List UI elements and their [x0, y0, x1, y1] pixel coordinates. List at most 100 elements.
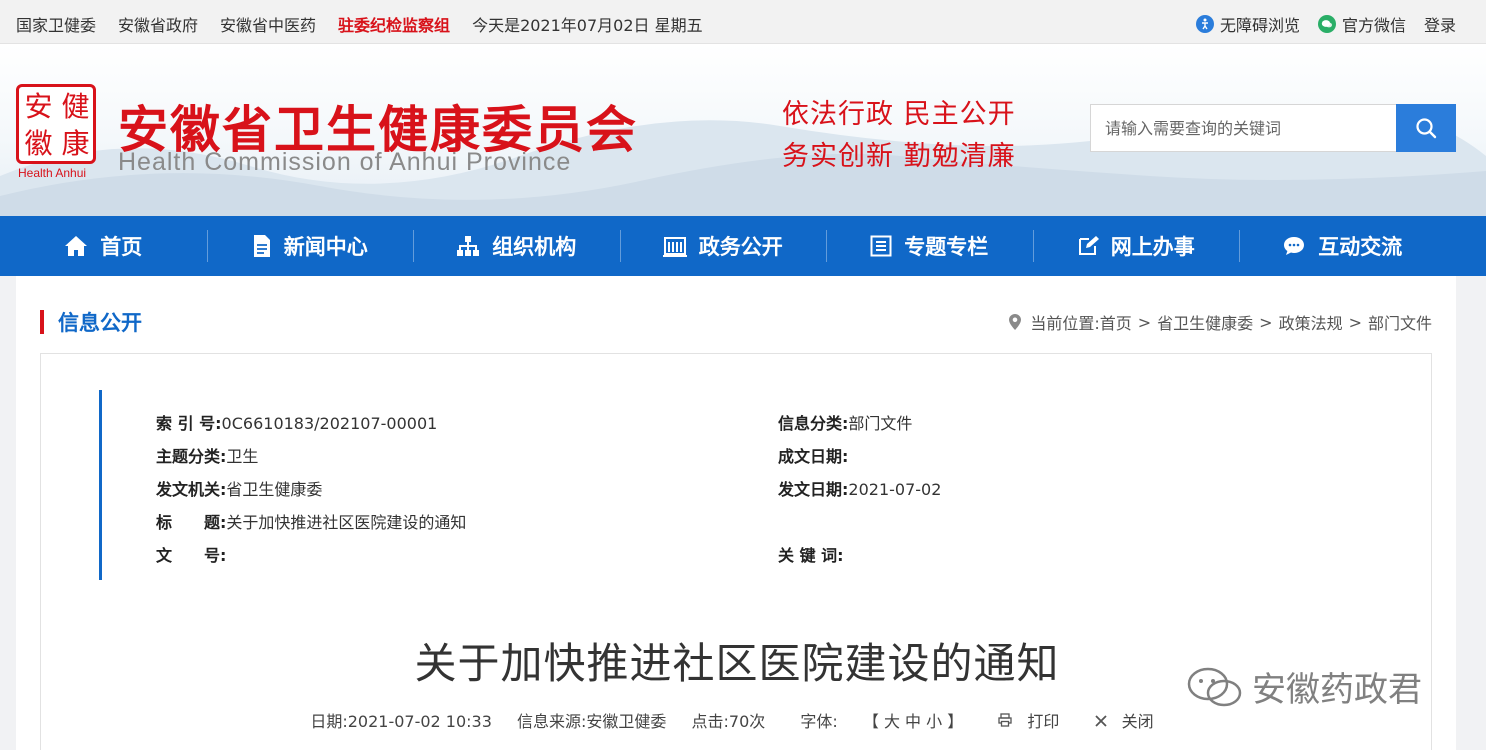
org-chart-icon — [457, 236, 480, 256]
nav-label: 组织机构 — [492, 235, 577, 259]
close-button[interactable]: 关闭 — [1094, 712, 1164, 731]
meta-value: 部门文件 — [848, 414, 913, 433]
nav-label: 互动交流 — [1318, 235, 1403, 259]
document-metadata: 索 引 号:0C6610183/202107-00001 信息分类:部门文件 主… — [99, 390, 1339, 580]
meta-label: 发文日期: — [778, 480, 849, 499]
nav-news[interactable]: 新闻中心 — [206, 216, 414, 276]
print-label: 打印 — [1027, 712, 1060, 731]
wechat-label: 官方微信 — [1341, 16, 1406, 35]
meta-label: 成文日期: — [778, 447, 849, 466]
printer-icon — [998, 713, 1012, 727]
meta-issuer-row: 发文机关:省卫生健康委 — [156, 476, 322, 500]
breadcrumb-prefix: 当前位置: — [1030, 314, 1100, 333]
login-label: 登录 — [1423, 16, 1456, 35]
wechat-watermark-icon — [1187, 667, 1242, 706]
main-nav: 首页 新闻中心 组织机构 政务公开 专题专栏 网上办事 互动交流 — [0, 216, 1486, 276]
nav-special-topics[interactable]: 专题专栏 — [826, 216, 1033, 276]
document-info-bar: 日期:2021-07-02 10:33 信息来源:安徽卫健委 点击:70次 字体… — [41, 708, 1433, 732]
nav-label: 新闻中心 — [283, 235, 368, 259]
nav-interaction[interactable]: 互动交流 — [1239, 216, 1446, 276]
close-icon — [1094, 715, 1107, 727]
meta-value: 2021-07-02 — [848, 480, 942, 499]
section-accent-bar — [40, 310, 44, 334]
slogan-line-1: 依法行政 民主公开 — [782, 99, 1016, 130]
meta-topic-row: 主题分类:卫生 — [156, 443, 258, 467]
link-discipline-group[interactable]: 驻委纪检监察组 — [338, 12, 450, 36]
wechat-link[interactable]: 官方微信 — [1317, 12, 1406, 36]
top-right-tools: 无障碍浏览 官方微信 登录 — [1178, 12, 1456, 36]
edit-icon — [1078, 236, 1099, 255]
nav-organization[interactable]: 组织机构 — [413, 216, 620, 276]
top-links: 国家卫健委 安徽省政府 安徽省中医药 驻委纪检监察组 今天是2021年07月02… — [16, 12, 725, 36]
location-pin-icon — [1009, 314, 1022, 330]
meta-value: 关于加快推进社区医院建设的通知 — [226, 513, 467, 532]
meta-written-date-row: 成文日期: — [778, 443, 848, 467]
document-date: 日期:2021-07-02 10:33 — [310, 712, 492, 731]
nav-label: 专题专栏 — [904, 235, 989, 259]
document-click-count: 点击:70次 — [691, 712, 766, 731]
meta-value: 0C6610183/202107-00001 — [221, 414, 438, 433]
login-link[interactable]: 登录 — [1424, 12, 1456, 36]
link-anhui-gov[interactable]: 安徽省政府 — [118, 12, 198, 36]
site-header: 安 健 徽 康 Health Anhui 安徽省卫生健康委员会 Health C… — [0, 44, 1486, 216]
nav-label: 首页 — [100, 235, 143, 259]
breadcrumb-separator: > — [1259, 312, 1273, 332]
breadcrumb-dept-docs[interactable]: 部门文件 — [1368, 310, 1432, 334]
main-content: 信息公开 当前位置: 首页 > 省卫生健康委 > 政策法规 > 部门文件 索 引… — [16, 276, 1456, 750]
nav-home[interactable]: 首页 — [0, 216, 207, 276]
watermark-text: 安徽药政君 — [1252, 670, 1422, 710]
logo-subtitle: Health Anhui — [18, 166, 87, 180]
meta-title-row: 标 题:关于加快推进社区医院建设的通知 — [156, 509, 466, 533]
meta-keywords-row: 关 键 词: — [778, 542, 844, 566]
nav-online-services[interactable]: 网上办事 — [1032, 216, 1240, 276]
document-source: 信息来源:安徽卫健委 — [517, 712, 667, 731]
meta-index-row: 索 引 号:0C6610183/202107-00001 — [156, 410, 437, 434]
font-size-options[interactable]: 【 大 中 小 】 — [863, 712, 963, 731]
meta-label: 主题分类: — [156, 447, 227, 466]
link-anhui-tcm[interactable]: 安徽省中医药 — [220, 12, 316, 36]
list-icon — [870, 235, 892, 257]
meta-label: 索 引 号: — [156, 414, 222, 433]
search-button[interactable] — [1396, 104, 1456, 152]
date-text: 今天是2021年07月02日 星期五 — [472, 16, 703, 35]
link-nhc[interactable]: 国家卫健委 — [16, 12, 96, 36]
logo-seal[interactable]: 安 健 徽 康 — [16, 84, 96, 164]
chat-icon — [1284, 237, 1305, 255]
search-icon — [1416, 118, 1437, 139]
home-icon — [65, 236, 88, 256]
meta-label: 关 键 词: — [778, 546, 844, 565]
nav-label: 政务公开 — [698, 235, 783, 259]
logo-char: 徽 — [24, 127, 53, 160]
font-size-control: 字体: 【 大 中 小 】 — [790, 712, 973, 731]
site-title-en: Health Commission of Anhui Province — [118, 148, 572, 176]
meta-category-row: 信息分类:部门文件 — [778, 410, 912, 434]
nav-label: 网上办事 — [1110, 235, 1195, 259]
meta-label: 发文机关: — [156, 480, 227, 499]
meta-value: 卫生 — [226, 447, 259, 466]
meta-value: 省卫生健康委 — [226, 480, 323, 499]
logo-char: 安 — [24, 90, 53, 123]
close-label: 关闭 — [1121, 712, 1154, 731]
wechat-watermark: 安徽药政君 — [1186, 662, 1422, 711]
nav-gov-affairs[interactable]: 政务公开 — [619, 216, 827, 276]
meta-issued-date-row: 发文日期:2021-07-02 — [778, 476, 941, 500]
breadcrumb-policies[interactable]: 政策法规 — [1279, 310, 1343, 334]
logo-char: 健 — [61, 90, 90, 123]
search-box — [1090, 104, 1456, 152]
accessibility-link[interactable]: 无障碍浏览 — [1195, 12, 1300, 36]
meta-label: 信息分类: — [778, 414, 849, 433]
accessibility-icon — [1195, 15, 1214, 33]
slogan-line-2: 务实创新 勤勉清廉 — [782, 141, 1016, 172]
meta-docno-row: 文 号: — [156, 542, 226, 566]
font-size-label: 字体: — [800, 712, 838, 731]
breadcrumb-separator: > — [1348, 312, 1362, 332]
meta-label: 标 题: — [156, 513, 227, 532]
wechat-icon — [1317, 15, 1336, 33]
document-icon — [253, 235, 270, 257]
breadcrumb-commission[interactable]: 省卫生健康委 — [1157, 310, 1253, 334]
breadcrumb-home[interactable]: 首页 — [1100, 310, 1132, 334]
print-button[interactable]: 打印 — [998, 712, 1074, 731]
search-input[interactable] — [1090, 104, 1396, 152]
section-title: 信息公开 — [58, 311, 142, 335]
meta-label: 文 号: — [156, 546, 227, 565]
